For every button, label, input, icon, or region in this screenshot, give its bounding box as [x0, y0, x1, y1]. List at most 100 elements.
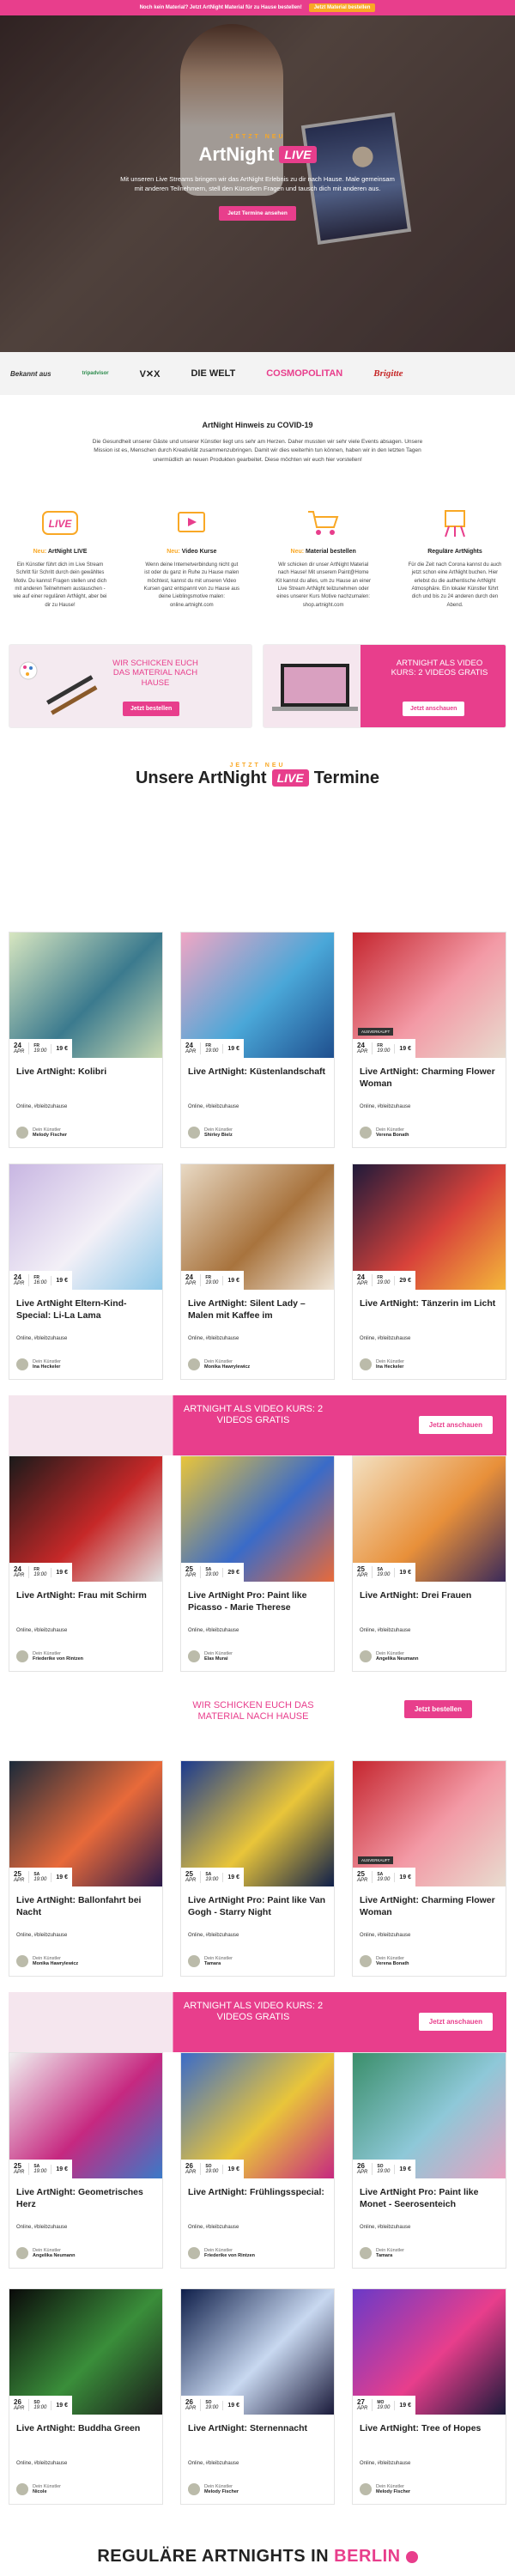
- material-banner[interactable]: WIR SCHICKEN EUCH DAS MATERIAL NACH HAUS…: [9, 643, 252, 728]
- event-title[interactable]: Live ArtNight: Geometrisches Herz: [9, 2178, 162, 2210]
- event-image[interactable]: 25 APR SA 19:00 19 €: [353, 1456, 506, 1582]
- event-card[interactable]: 25 APR SA 19:00 19 € Live ArtNight: Ballon…: [9, 1760, 163, 1977]
- event-date-bar: 26 APR SO 19:00 19 €: [181, 2160, 244, 2178]
- avatar: [16, 1127, 28, 1139]
- event-card[interactable]: 25 APR SA 19:00 29 € Live ArtNight Pro: Pa…: [180, 1455, 335, 1672]
- event-title[interactable]: Live ArtNight: Frau mit Schirm: [9, 1582, 162, 1602]
- event-title[interactable]: Live ArtNight Pro: Paint like Monet - Se…: [353, 2178, 506, 2210]
- event-price: 19 €: [227, 1277, 239, 1284]
- avatar: [360, 1955, 372, 1967]
- feature-live[interactable]: LIVE Neu: ArtNight LIVE Ein Künstler füh…: [12, 504, 108, 610]
- event-title[interactable]: Live ArtNight: Tänzerin im Licht: [353, 1290, 506, 1310]
- event-image[interactable]: 26 APR SO 19:00 19 €: [353, 2053, 506, 2178]
- event-image[interactable]: 24 APR FR 19:00 19 €: [181, 933, 334, 1058]
- event-card[interactable]: 26 APR SO 19:00 19 € Live ArtNight: Buddha…: [9, 2288, 163, 2505]
- event-image[interactable]: 24 APR FR 16:00 19 €: [9, 1164, 162, 1290]
- event-image[interactable]: 25 APR SA 19:00 29 €: [181, 1456, 334, 1582]
- event-image[interactable]: 24 APR FR 19:00 19 €: [181, 1164, 334, 1290]
- event-card[interactable]: 24 APR FR 19:00 29 € Live ArtNight: Tänzer…: [352, 1163, 506, 1380]
- event-price: 19 €: [56, 1874, 68, 1880]
- event-title[interactable]: Live ArtNight: Ballonfahrt bei Nacht: [9, 1886, 162, 1918]
- features-row: LIVE Neu: ArtNight LIVE Ein Künstler füh…: [0, 465, 515, 610]
- event-image[interactable]: 24 APR FR 19:00 29 €: [353, 1164, 506, 1290]
- event-card[interactable]: 24 APR FR 16:00 19 € Live ArtNight Eltern-…: [9, 1163, 163, 1380]
- event-artist: Dein Künstler Friederike von Rintzen: [16, 1650, 83, 1662]
- event-card[interactable]: 26 APR SO 19:00 19 € Live ArtNight Pro: Pa…: [352, 2052, 506, 2269]
- event-artist: Dein Künstler Monika Hawrylewicz: [16, 1955, 78, 1967]
- event-title[interactable]: Live ArtNight: Frühlingsspecial:: [181, 2178, 334, 2199]
- event-artist: Dein Künstler Shirley Bielz: [188, 1127, 233, 1139]
- event-card[interactable]: 24 APR FR 19:00 19 € Live ArtNight: Frau m…: [9, 1455, 163, 1672]
- event-image[interactable]: AUSVERKAUFT 25 APR SA 19:00 19 €: [353, 1761, 506, 1886]
- event-image[interactable]: AUSVERKAUFT 24 APR FR 19:00 19 €: [353, 933, 506, 1058]
- event-image[interactable]: 25 APR SA 19:00 19 €: [9, 1761, 162, 1886]
- event-title[interactable]: Live ArtNight Pro: Paint like Picasso - …: [181, 1582, 334, 1613]
- hero-text: Mit unseren Live Streams bringen wir das…: [120, 175, 395, 193]
- order-material-button[interactable]: Jetzt Material bestellen: [308, 3, 376, 12]
- feature-material[interactable]: Neu: Material bestellen Wir schicken dir…: [276, 504, 372, 610]
- avatar: [360, 1127, 372, 1139]
- event-title[interactable]: Live ArtNight: Buddha Green: [9, 2415, 162, 2435]
- avatar: [360, 1650, 372, 1662]
- covid-notice: ArtNight Hinweis zu COVID-19 Die Gesundh…: [0, 395, 515, 465]
- event-card[interactable]: 24 APR FR 19:00 19 € Live ArtNight: Kolibr…: [9, 932, 163, 1148]
- event-card[interactable]: 24 APR FR 19:00 19 € Live ArtNight: Küsten…: [180, 932, 335, 1148]
- order-button[interactable]: Jetzt bestellen: [403, 1700, 472, 1718]
- event-location: Online, #bleibzuhause: [16, 1628, 68, 1633]
- event-image[interactable]: 26 APR SO 19:00 19 €: [9, 2289, 162, 2415]
- paint-supplies-image: [19, 661, 98, 715]
- event-price: 19 €: [56, 2402, 68, 2409]
- feature-regular[interactable]: Reguläre ArtNights Für die Zeit nach Cor…: [407, 504, 503, 610]
- event-card[interactable]: 27 APR MO 19:00 19 € Live ArtNight: Tree o…: [352, 2288, 506, 2505]
- video-course-banner[interactable]: ARTNIGHT ALS VIDEO KURS: 2 VIDEOS GRATIS…: [263, 643, 506, 728]
- event-image[interactable]: 24 APR FR 19:00 19 €: [9, 933, 162, 1058]
- feature-video[interactable]: Neu: Video Kurse Wenn deine Internetverb…: [143, 504, 239, 610]
- event-price: 19 €: [227, 2402, 239, 2409]
- event-card[interactable]: 25 APR SA 19:00 19 € Live ArtNight: Geomet…: [9, 2052, 163, 2269]
- event-title[interactable]: Live ArtNight: Sternennacht: [181, 2415, 334, 2435]
- event-image[interactable]: 24 APR FR 19:00 19 €: [9, 1456, 162, 1582]
- event-card[interactable]: AUSVERKAUFT 25 APR SA 19:00 19 € Live ArtN…: [352, 1760, 506, 1977]
- event-title[interactable]: Live ArtNight Pro: Paint like Van Gogh -…: [181, 1886, 334, 1918]
- event-title[interactable]: Live ArtNight: Kolibri: [9, 1058, 162, 1078]
- video-course-wide-banner[interactable]: ARTNIGHT ALS VIDEO KURS: 2 VIDEOS GRATIS…: [9, 1395, 506, 1455]
- event-card[interactable]: 25 APR SA 19:00 19 € Live ArtNight Pro: Pa…: [180, 1760, 335, 1977]
- material-wide-banner[interactable]: WIR SCHICKEN EUCH DAS MATERIAL NACH HAUS…: [9, 1692, 506, 1752]
- event-artist: Dein Künstler Verena Bonath: [360, 1955, 409, 1967]
- watch-button[interactable]: Jetzt anschauen: [403, 701, 465, 716]
- event-title[interactable]: Live ArtNight: Küstenlandschaft: [181, 1058, 334, 1078]
- event-title[interactable]: Live ArtNight: Charming Flower Woman: [353, 1058, 506, 1090]
- event-title[interactable]: Live ArtNight: Tree of Hopes: [353, 2415, 506, 2435]
- city-selector[interactable]: BERLIN: [334, 2547, 400, 2566]
- event-card[interactable]: 25 APR SA 19:00 19 € Live ArtNight: Drei F…: [352, 1455, 506, 1672]
- event-card[interactable]: 26 APR SO 19:00 19 € Live ArtNight: Frühli…: [180, 2052, 335, 2269]
- promo-banners: WIR SCHICKEN EUCH DAS MATERIAL NACH HAUS…: [0, 610, 515, 728]
- event-artist: Dein Künstler Friederike von Rintzen: [188, 2247, 255, 2259]
- event-image[interactable]: 25 APR SA 19:00 19 €: [9, 2053, 162, 2178]
- video-course-wide-banner[interactable]: ARTNIGHT ALS VIDEO KURS: 2 VIDEOS GRATIS…: [9, 1992, 506, 2052]
- chevron-down-icon[interactable]: [405, 2550, 418, 2563]
- event-title[interactable]: Live ArtNight: Charming Flower Woman: [353, 1886, 506, 1918]
- event-location: Online, #bleibzuhause: [16, 2461, 68, 2466]
- event-location: Online, #bleibzuhause: [188, 1628, 239, 1633]
- view-dates-button[interactable]: Jetzt Termine ansehen: [219, 205, 296, 221]
- cosmopolitan-logo: COSMOPOLITAN: [266, 368, 343, 379]
- event-image[interactable]: 26 APR SO 19:00 19 €: [181, 2053, 334, 2178]
- event-title[interactable]: Live ArtNight: Drei Frauen: [353, 1582, 506, 1602]
- order-button[interactable]: Jetzt bestellen: [123, 701, 180, 716]
- feature-title: Material bestellen: [306, 549, 356, 556]
- event-title[interactable]: Live ArtNight Eltern-Kind-Special: Li-La…: [9, 1290, 162, 1321]
- event-card[interactable]: 24 APR FR 19:00 19 € Live ArtNight: Silent…: [180, 1163, 335, 1380]
- event-artist: Dein Künstler Nicole: [16, 2483, 61, 2495]
- event-card[interactable]: AUSVERKAUFT 24 APR FR 19:00 19 € Live ArtN…: [352, 932, 506, 1148]
- watch-button[interactable]: Jetzt anschauen: [418, 1416, 493, 1434]
- event-image[interactable]: 26 APR SO 19:00 19 €: [181, 2289, 334, 2415]
- event-card[interactable]: 26 APR SO 19:00 19 € Live ArtNight: Sterne…: [180, 2288, 335, 2505]
- event-image[interactable]: 25 APR SA 19:00 19 €: [181, 1761, 334, 1886]
- event-date-bar: 24 APR FR 19:00 19 €: [353, 1039, 415, 1058]
- watch-button[interactable]: Jetzt anschauen: [418, 2013, 493, 2031]
- live-badge: LIVE: [279, 146, 317, 163]
- event-artist: Dein Künstler Tamara: [360, 2247, 404, 2259]
- event-image[interactable]: 27 APR MO 19:00 19 €: [353, 2289, 506, 2415]
- event-title[interactable]: Live ArtNight: Silent Lady – Malen mit K…: [181, 1290, 334, 1321]
